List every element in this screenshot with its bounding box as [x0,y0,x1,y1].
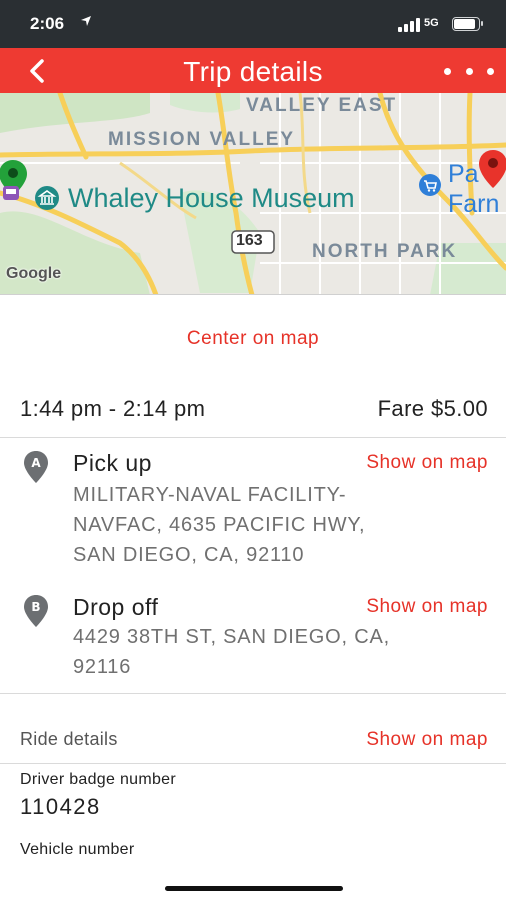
pickup-address-line: SAN DIEGO, CA, 92110 [73,544,305,566]
network-type: 5G [424,17,439,29]
svg-text:A: A [31,456,41,470]
transit-icon [2,185,20,206]
app-bar: Trip details [0,48,506,93]
more-dots-icon [444,67,451,75]
more-options-button[interactable] [444,64,494,78]
pickup-show-on-map-link[interactable]: Show on map [366,452,488,474]
battery-icon [452,17,483,31]
divider [0,693,506,694]
trip-summary: 1:44 pm - 2:14 pm Fare $5.00 [20,396,488,426]
pickup-title: Pick up [73,450,152,476]
poi-farm-line2: Farn [448,190,500,218]
divider [0,437,506,438]
trip-time-range: 1:44 pm - 2:14 pm [20,396,206,421]
home-indicator[interactable] [165,886,343,891]
dropoff-address: 4429 38TH ST, SAN DIEGO, CA, 92116 [73,622,483,682]
map-label-north-park: NORTH PARK [312,241,458,262]
museum-icon [34,185,60,216]
google-attribution: Google [6,265,62,282]
vehicle-number-label: Vehicle number [20,841,135,858]
dropoff-title: Drop off [73,594,159,620]
driver-badge-label: Driver badge number [20,771,176,788]
poi-farm-line1: Pa [448,160,479,188]
dropoff-marker-b-icon: B [24,595,48,627]
status-time: 2:06 [30,14,65,33]
divider [0,763,506,764]
map-label-mission-valley: MISSION VALLEY [108,129,296,150]
pickup-marker-a-icon: A [24,451,48,483]
svg-text:B: B [31,600,40,614]
pickup-address-line: MILITARY-NAVAL FACILITY- [73,484,347,506]
poi-whaley-house-museum[interactable]: Whaley House Museum [68,183,355,214]
ride-details-label: Ride details [20,729,118,749]
dropoff-address-line: 4429 38TH ST, SAN DIEGO, CA, [73,626,390,648]
pickup-address: MILITARY-NAVAL FACILITY- NAVFAC, 4635 PA… [73,480,483,570]
page-title: Trip details [183,56,323,87]
center-on-map-link[interactable]: Center on map [0,328,506,350]
trip-map[interactable]: VALLEY EAST MISSION VALLEY NORTH PARK 16… [0,93,506,295]
trip-fare: Fare $5.00 [377,396,488,421]
ride-details-show-on-map-link[interactable]: Show on map [366,729,488,751]
shopping-cart-icon [418,173,442,202]
signal-icon [398,18,424,32]
driver-badge-value: 110428 [20,794,101,819]
dropoff-pin-icon[interactable] [478,149,506,194]
pickup-address-line: NAVFAC, 4635 PACIFIC HWY, [73,514,366,536]
dropoff-show-on-map-link[interactable]: Show on map [366,596,488,618]
map-label-valley-east: VALLEY EAST [246,95,398,116]
location-arrow-icon [80,15,92,30]
dropoff-address-line: 92116 [73,656,132,678]
highway-163-shield: 163 [236,232,263,249]
status-bar: 2:06 5G [0,0,506,48]
